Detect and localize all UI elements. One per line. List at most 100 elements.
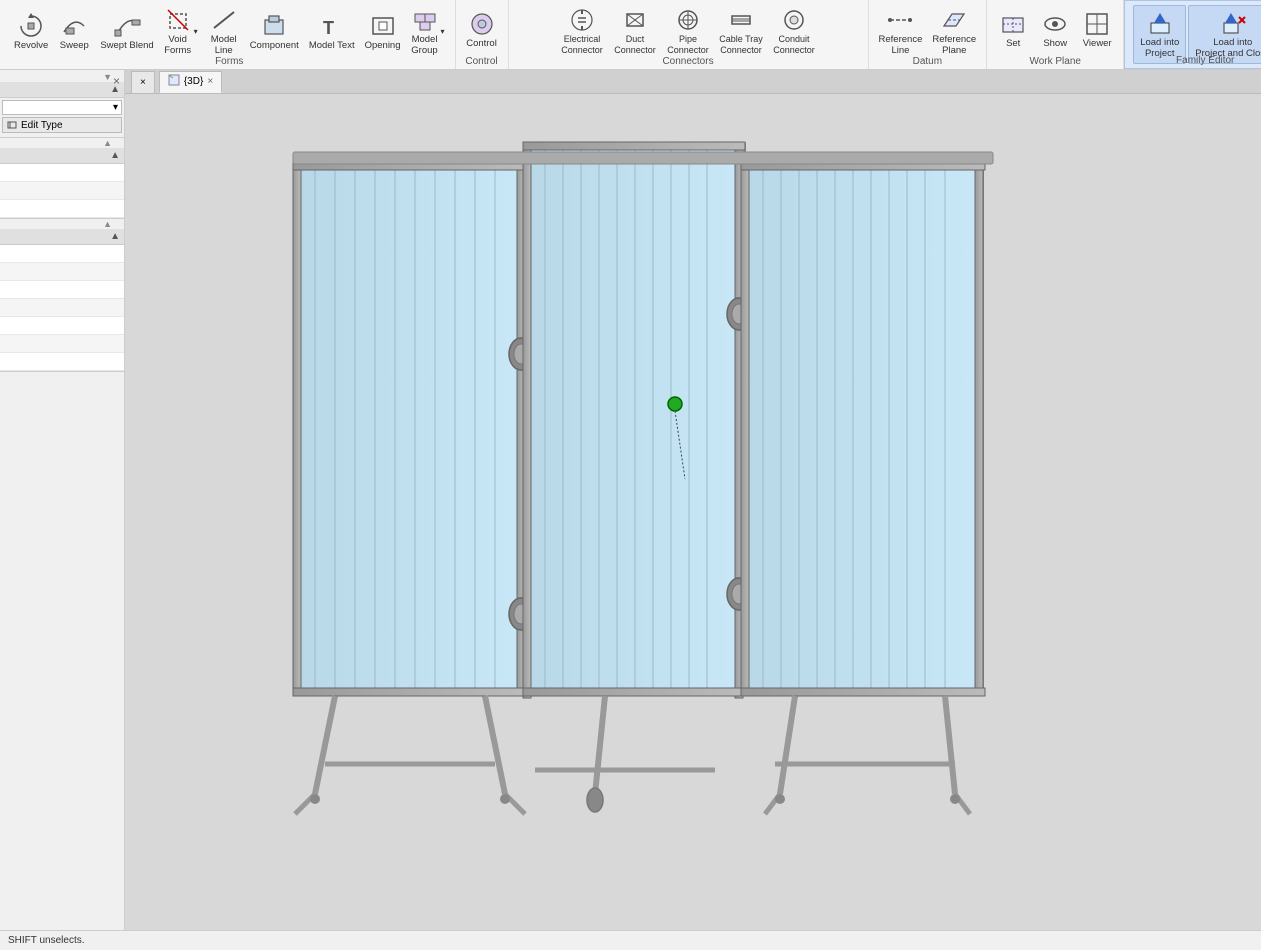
model-group-icon [411,6,439,34]
model-text-icon: T [318,12,346,40]
cable-tray-connector-button[interactable]: Cable TrayConnector [715,4,767,58]
main-toolbar: Revolve Sweep [0,0,1261,70]
panel-rows-section2: ▲ [0,229,124,372]
set-button[interactable]: Set [993,8,1033,51]
opening-icon [369,12,397,40]
model-group-arrow[interactable]: ▾ [439,27,445,36]
viewport: × {3D} × [125,70,1261,930]
3d-model-svg [255,114,1055,874]
reference-plane-icon [940,6,968,34]
datum-group-label: Datum [913,56,942,67]
conduit-connector-button[interactable]: ConduitConnector [768,4,820,58]
void-forms-button[interactable]: VoidForms ▾ [160,4,202,59]
show-label: Show [1043,38,1067,49]
panel-rows-section1: ▲ [0,148,124,219]
swept-blend-button[interactable]: Swept Blend [96,10,157,53]
conduit-connector-label: ConduitConnector [773,34,815,56]
footer-text: SHIFT unselects. [8,935,85,946]
panel-rows-arrow2[interactable]: ▲ [110,231,120,242]
model-group-button[interactable]: ModelGroup ▾ [407,4,449,59]
model-line-label: ModelLine [211,34,237,57]
panel-close-button[interactable]: × [113,74,120,88]
reference-plane-label: ReferencePlane [932,34,976,57]
sweep-button[interactable]: Sweep [54,10,94,53]
tab-3d-icon [168,74,180,89]
load-into-project-icon [1146,9,1174,37]
tab-close-all[interactable]: × [131,71,155,93]
properties-section: ▲ ▾ Edit Type [0,82,124,138]
viewer-label: Viewer [1083,38,1112,49]
opening-button[interactable]: Opening [361,10,405,53]
reference-line-button[interactable]: ReferenceLine [875,4,927,59]
pipe-connector-icon [674,6,702,34]
forms-group-label: Forms [215,56,243,67]
duct-connector-button[interactable]: DuctConnector [609,4,661,58]
void-forms-label: VoidForms [164,34,191,57]
panel-rows-arrow1[interactable]: ▲ [110,150,120,161]
revolve-icon [17,12,45,40]
revolve-button[interactable]: Revolve [10,10,52,53]
load-into-project-and-close-icon [1219,9,1247,37]
cable-tray-connector-label: Cable TrayConnector [719,34,763,56]
connectors-group-label: Connectors [662,56,713,67]
type-dropdown-arrow[interactable]: ▾ [113,102,118,113]
viewer-button[interactable]: Viewer [1077,8,1117,51]
model-text-label: Model Text [309,40,355,51]
revolve-label: Revolve [14,40,48,51]
panel-row-3 [0,200,124,218]
set-icon [999,10,1027,38]
edit-type-label: Edit Type [21,120,63,131]
model-text-button[interactable]: T Model Text [305,10,359,53]
show-button[interactable]: Show [1035,8,1075,51]
pipe-connector-label: PipeConnector [667,34,709,56]
left-panel: × ▼ ▲ ▾ [0,70,125,930]
tab-3d-close[interactable]: × [207,76,213,87]
panel-scroll-mid1: ▲ [0,138,124,148]
work-plane-group-label: Work Plane [1029,56,1081,67]
panel-row-7 [0,299,124,317]
duct-connector-icon [621,6,649,34]
type-dropdown[interactable]: ▾ [2,100,122,115]
component-icon [260,12,288,40]
viewport-canvas[interactable] [125,94,1261,930]
reference-line-label: ReferenceLine [879,34,923,57]
sweep-label: Sweep [60,40,89,51]
opening-label: Opening [365,40,401,51]
electrical-connector-button[interactable]: ElectricalConnector [556,4,608,58]
panel-scroll-mid2: ▲ [0,219,124,229]
main-area: × ▼ ▲ ▾ [0,70,1261,930]
panel-row-1 [0,164,124,182]
tab-3d-view[interactable]: {3D} × [159,71,222,93]
panel-row-8 [0,317,124,335]
model-group-label: ModelGroup [411,34,437,57]
pipe-connector-button[interactable]: PipeConnector [662,4,714,58]
properties-content: ▾ Edit Type [0,98,124,137]
toolbar-group-control: Control Control [456,0,509,69]
properties-section-header: ▲ [0,82,124,98]
component-button[interactable]: Component [246,10,303,53]
edit-type-button[interactable]: Edit Type [2,117,122,133]
svg-text:T: T [323,18,334,38]
reference-line-icon [886,6,914,34]
toolbar-group-work-plane: Set Show Vi [987,0,1124,69]
close-all-icon: × [140,77,146,88]
panel-rows-header1: ▲ [0,148,124,164]
reference-plane-button[interactable]: ReferencePlane [928,4,980,59]
conduit-connector-icon [780,6,808,34]
panel-row-9 [0,335,124,353]
panel-row-5 [0,263,124,281]
void-forms-arrow[interactable]: ▾ [192,27,198,36]
panel-rows-content2 [0,245,124,371]
show-icon [1041,10,1069,38]
set-label: Set [1006,38,1020,49]
swept-blend-icon [113,12,141,40]
control-button[interactable]: Control [462,8,502,51]
model-line-button[interactable]: ModelLine [204,4,244,59]
footer-bar: SHIFT unselects. [0,930,1261,950]
panel-row-4 [0,245,124,263]
control-group-label: Control [465,56,497,67]
sweep-icon [60,12,88,40]
swept-blend-label: Swept Blend [100,40,153,51]
type-selector-row: ▾ [2,100,122,115]
toolbar-group-datum: ReferenceLine ReferencePlane Datum [869,0,988,69]
